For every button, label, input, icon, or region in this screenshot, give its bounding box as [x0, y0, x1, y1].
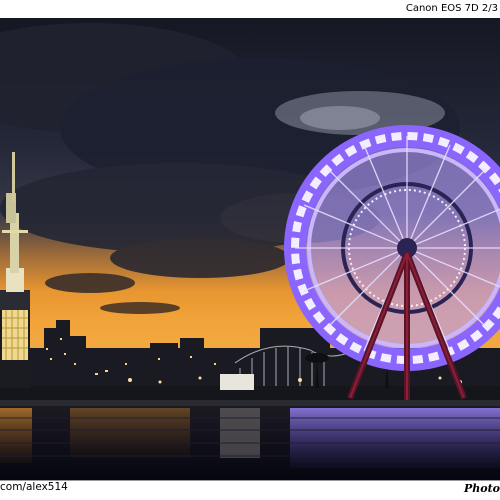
photo-signature: Photo: [463, 482, 500, 495]
photo-frame: Canon EOS 7D 2/3 com/alex514 Photo: [0, 0, 500, 500]
photographer-url: com/alex514: [0, 481, 68, 493]
pier: [0, 400, 500, 406]
bottom-rule: [0, 480, 500, 481]
night-harbor-photo: [0, 18, 500, 480]
camera-caption: Canon EOS 7D 2/3: [405, 3, 498, 14]
